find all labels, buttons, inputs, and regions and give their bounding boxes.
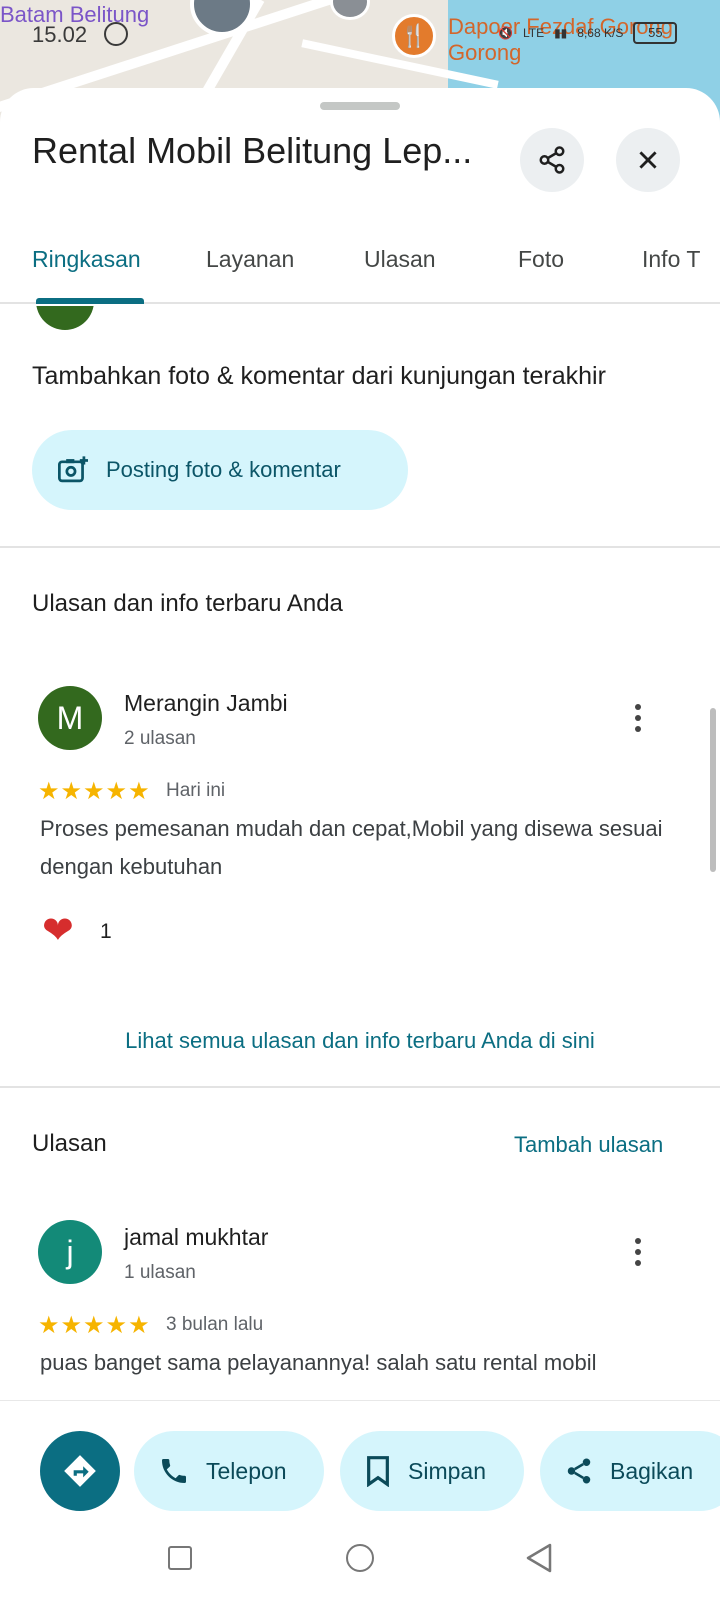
reviews-title: Ulasan <box>32 1130 107 1157</box>
more-options-icon[interactable] <box>626 698 650 738</box>
mute-icon: 🔇 <box>498 26 513 40</box>
add-photo-heading: Tambahkan foto & komentar dari kunjungan… <box>32 362 606 390</box>
reaction-count: 1 <box>100 920 112 943</box>
directions-icon <box>64 1455 96 1487</box>
bookmark-icon <box>367 1456 389 1487</box>
reviewer-name[interactable]: jamal mukhtar <box>124 1224 268 1251</box>
share-icon <box>567 1458 591 1484</box>
whatsapp-icon <box>104 22 128 46</box>
avatar[interactable]: M <box>38 686 102 750</box>
share-icon <box>539 146 565 174</box>
system-nav-bar <box>0 1520 720 1612</box>
star-icon: ★ <box>128 778 150 805</box>
back-icon[interactable] <box>524 1542 554 1574</box>
battery-icon: 55 <box>633 22 678 44</box>
network-type: LTE <box>522 26 545 40</box>
directions-button[interactable] <box>40 1431 120 1511</box>
share-place-button[interactable]: Bagikan <box>540 1431 720 1511</box>
active-tab-indicator <box>36 298 144 304</box>
tab-ulasan[interactable]: Ulasan <box>364 246 436 273</box>
add-review-button[interactable]: Tambah ulasan <box>514 1132 663 1158</box>
drag-handle[interactable] <box>320 102 400 110</box>
share-label: Bagikan <box>610 1457 694 1484</box>
status-icons: 🔇 LTE ▮▮ 8,68 K/S 55 <box>498 22 678 44</box>
place-sheet: Rental Mobil Belitung Lep... Ringkasan L… <box>0 88 720 1612</box>
scrollbar[interactable] <box>710 708 716 872</box>
status-time: 15.02 <box>32 22 88 47</box>
more-options-icon[interactable] <box>626 1232 650 1272</box>
tab-foto[interactable]: Foto <box>518 246 564 273</box>
review-date: 3 bulan lalu <box>166 1314 264 1335</box>
close-button[interactable] <box>616 128 680 192</box>
star-icon: ★ <box>105 778 128 805</box>
net-speed: 8,68 K/S <box>577 26 624 40</box>
tab-bar: Ringkasan Layanan Ulasan Foto Info T <box>0 216 720 304</box>
tab-ringkasan[interactable]: Ringkasan <box>32 246 141 273</box>
screen: 🍴 Batam Belitung Dapoer Fezdaf Gorong Go… <box>0 0 720 1612</box>
tab-layanan[interactable]: Layanan <box>206 246 294 273</box>
review-text: puas banget sama pelayanannya! salah sat… <box>40 1350 597 1375</box>
star-icon: ★ <box>105 1312 128 1339</box>
review-date: Hari ini <box>166 780 226 801</box>
divider <box>0 1086 720 1088</box>
review-text: Proses pemesanan mudah dan cepat,Mobil y… <box>40 816 663 879</box>
home-icon[interactable] <box>346 1544 374 1572</box>
share-button[interactable] <box>520 128 584 192</box>
signal-icon: ▮▮ <box>554 26 568 40</box>
post-photo-button[interactable]: Posting foto & komentar <box>32 430 408 510</box>
your-reviews-title: Ulasan dan info terbaru Anda <box>32 590 343 617</box>
star-icon: ★ <box>60 1312 83 1339</box>
divider <box>0 546 720 548</box>
see-all-your-reviews-link[interactable]: Lihat semua ulasan dan info terbaru Anda… <box>0 1028 720 1054</box>
call-label: Telepon <box>206 1457 287 1484</box>
add-photo-icon <box>58 456 88 483</box>
star-icon: ★ <box>60 778 83 805</box>
save-label: Simpan <box>408 1457 486 1484</box>
reviewer-review-count: 2 ulasan <box>124 728 196 749</box>
place-title: Rental Mobil Belitung Lep... <box>32 130 473 171</box>
action-bar: Telepon Simpan Bagikan <box>0 1400 720 1520</box>
star-icon: ★ <box>128 1312 150 1339</box>
reviewer-name[interactable]: Merangin Jambi <box>124 690 288 717</box>
heart-reaction-icon[interactable]: ❤ <box>42 912 74 950</box>
post-photo-label: Posting foto & komentar <box>106 457 341 482</box>
save-button[interactable]: Simpan <box>340 1431 524 1511</box>
star-icon: ★ <box>83 778 105 805</box>
star-icon: ★ <box>38 778 60 805</box>
rating-stars: ★ ★ ★ ★ ★ <box>38 780 150 804</box>
phone-icon <box>162 1459 186 1483</box>
avatar <box>36 306 94 330</box>
call-button[interactable]: Telepon <box>134 1431 324 1511</box>
rating-stars: ★ ★ ★ ★ ★ <box>38 1314 150 1338</box>
recents-icon[interactable] <box>168 1546 192 1570</box>
star-icon: ★ <box>38 1312 60 1339</box>
tab-info[interactable]: Info T <box>642 246 700 273</box>
close-icon <box>639 151 657 169</box>
sheet-content: Tambahkan foto & komentar dari kunjungan… <box>0 306 720 1488</box>
map-place-pin[interactable] <box>330 0 370 20</box>
restaurant-pin-icon[interactable]: 🍴 <box>392 14 436 58</box>
avatar[interactable]: j <box>38 1220 102 1284</box>
reviewer-review-count: 1 ulasan <box>124 1262 196 1283</box>
star-icon: ★ <box>83 1312 105 1339</box>
